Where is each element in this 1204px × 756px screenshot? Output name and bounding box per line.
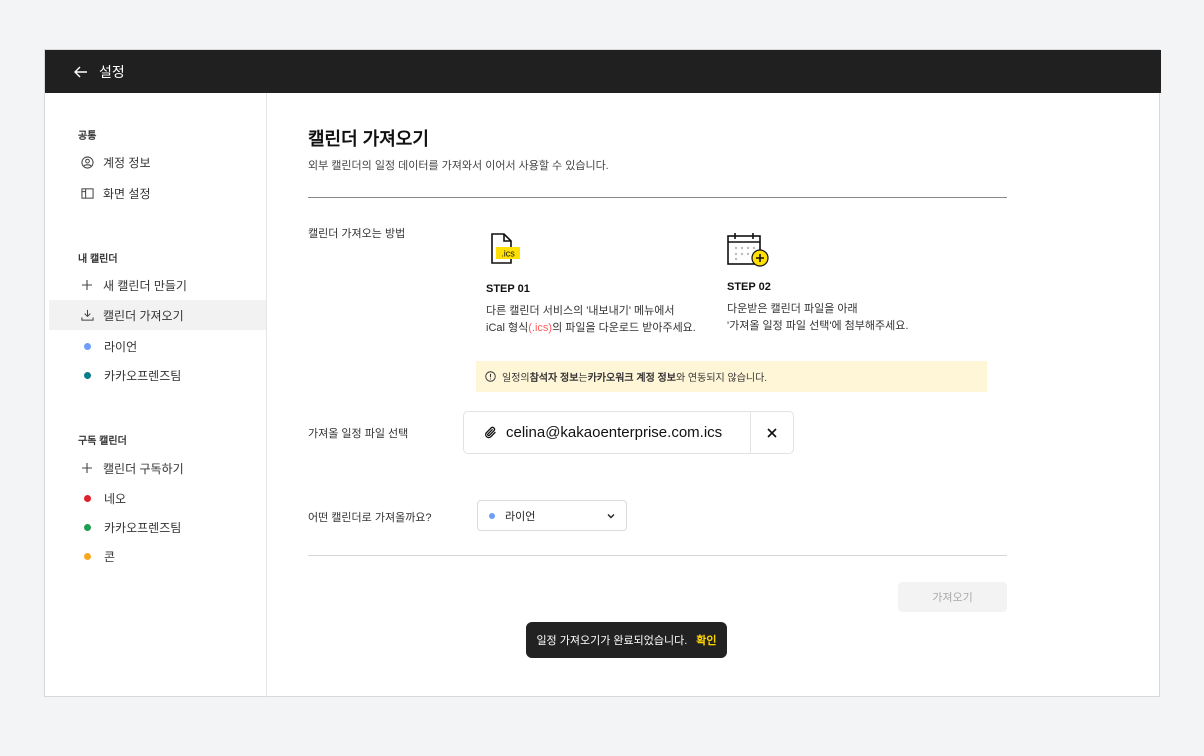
sidebar-item-label: 캘린더 가져오기 (103, 308, 184, 323)
back-label: 설정 (99, 63, 125, 80)
step-01: .ics STEP 01 다른 캘린더 서비스의 '내보내기' 메뉴에서 iCa… (486, 232, 716, 337)
toast-confirm-button[interactable]: 확인 (696, 632, 716, 648)
sidebar-item-new-calendar[interactable]: 새 캘린더 만들기 (49, 270, 266, 300)
calendar-color-dot (84, 523, 91, 531)
calendar-color-dot (489, 512, 495, 519)
sidebar-item-calendar-neo[interactable]: 네오 (49, 483, 266, 513)
sidebar-item-label: 콘 (104, 549, 116, 564)
method-label: 캘린더 가져오는 방법 (308, 228, 406, 240)
target-calendar-select[interactable]: 라이언 (477, 500, 627, 531)
page-title: 캘린더 가져오기 (308, 129, 429, 149)
back-button[interactable]: 설정 (73, 62, 125, 82)
step-description: 다운받은 캘린더 파일을 아래 '가져올 일정 파일 선택'에 첨부해주세요. (727, 303, 909, 332)
calendar-add-icon (727, 232, 957, 273)
sidebar-item-calendar-kakaofriends-sub[interactable]: 카카오프렌즈팀 (49, 512, 266, 542)
sidebar-item-label: 캘린더 구독하기 (103, 461, 184, 476)
calendar-color-dot (84, 342, 91, 350)
sidebar-item-label: 화면 설정 (103, 186, 151, 201)
layout-icon (80, 186, 94, 200)
main-content: 캘린더 가져오기 외부 캘린더의 일정 데이터를 가져와서 이어서 사용할 수 … (267, 93, 1161, 697)
sidebar-item-import-calendar[interactable]: 캘린더 가져오기 (49, 300, 266, 330)
settings-window: 설정 공통 계정 정보 화면 설정 내 캘린더 새 캘린더 만들기 캘린더 가져… (44, 49, 1161, 697)
page-subtitle: 외부 캘린더의 일정 데이터를 가져와서 이어서 사용할 수 있습니다. (308, 160, 609, 172)
close-icon (767, 427, 777, 438)
notice-banner: 일정의 참석자 정보 는 카카오워크 계정 정보 와 연동되지 않습니다. (476, 361, 987, 392)
user-circle-icon (80, 155, 94, 169)
sidebar-item-label: 라이언 (104, 339, 138, 354)
divider (308, 197, 1007, 198)
calendar-color-dot (84, 371, 91, 379)
step-title: STEP 01 (486, 283, 530, 295)
plus-icon (80, 278, 94, 292)
toast-message: 일정 가져오기가 완료되었습니다. (536, 635, 688, 647)
ics-file-icon: .ics (486, 232, 716, 271)
calendar-color-dot (84, 552, 91, 560)
section-title-common: 공통 (78, 131, 97, 142)
section-title-subscribed: 구독 캘린더 (78, 436, 127, 447)
section-title-my-calendars: 내 캘린더 (78, 254, 118, 265)
sidebar-item-calendar-con[interactable]: 콘 (49, 541, 266, 571)
sidebar: 공통 계정 정보 화면 설정 내 캘린더 새 캘린더 만들기 캘린더 가져오기 (45, 93, 267, 697)
import-button[interactable]: 가져오기 (898, 582, 1007, 612)
sidebar-item-account[interactable]: 계정 정보 (49, 147, 266, 177)
chevron-down-icon (607, 514, 615, 519)
file-name: celina@kakaoenterprise.com.ics (506, 424, 723, 441)
svg-text:.ics: .ics (501, 249, 515, 259)
selected-file[interactable]: celina@kakaoenterprise.com.ics (464, 412, 752, 453)
sidebar-item-label: 계정 정보 (103, 155, 151, 170)
sidebar-item-label: 네오 (104, 491, 127, 506)
sidebar-item-label: 카카오프렌즈팀 (104, 368, 182, 383)
arrow-left-icon (74, 66, 87, 77)
sidebar-item-display[interactable]: 화면 설정 (49, 178, 266, 208)
selected-calendar: 라이언 (505, 510, 536, 523)
download-icon (80, 308, 94, 322)
sidebar-item-calendar-ryan[interactable]: 라이언 (49, 331, 266, 361)
toast-notification: 일정 가져오기가 완료되었습니다. 확인 (526, 622, 727, 658)
top-bar: 설정 (45, 50, 1161, 93)
step-title: STEP 02 (727, 281, 771, 293)
calendar-color-dot (84, 494, 91, 502)
file-select-field[interactable]: celina@kakaoenterprise.com.ics (463, 411, 794, 454)
step-description: 다른 캘린더 서비스의 '내보내기' 메뉴에서 iCal 형식(.ics)의 파… (486, 305, 696, 334)
sidebar-item-subscribe[interactable]: 캘린더 구독하기 (49, 453, 266, 483)
sidebar-item-calendar-kakaofriends[interactable]: 카카오프렌즈팀 (49, 360, 266, 390)
clear-file-button[interactable] (751, 412, 793, 453)
sidebar-item-label: 카카오프렌즈팀 (104, 520, 182, 535)
plus-icon (80, 461, 94, 475)
paperclip-icon (485, 426, 496, 438)
sidebar-item-label: 새 캘린더 만들기 (103, 278, 187, 293)
info-icon (485, 371, 496, 382)
target-calendar-label: 어떤 캘린더로 가져올까요? (308, 512, 432, 524)
divider (308, 555, 1007, 556)
file-select-label: 가져올 일정 파일 선택 (308, 428, 409, 440)
step-02: STEP 02 다운받은 캘린더 파일을 아래 '가져올 일정 파일 선택'에 … (727, 232, 957, 335)
